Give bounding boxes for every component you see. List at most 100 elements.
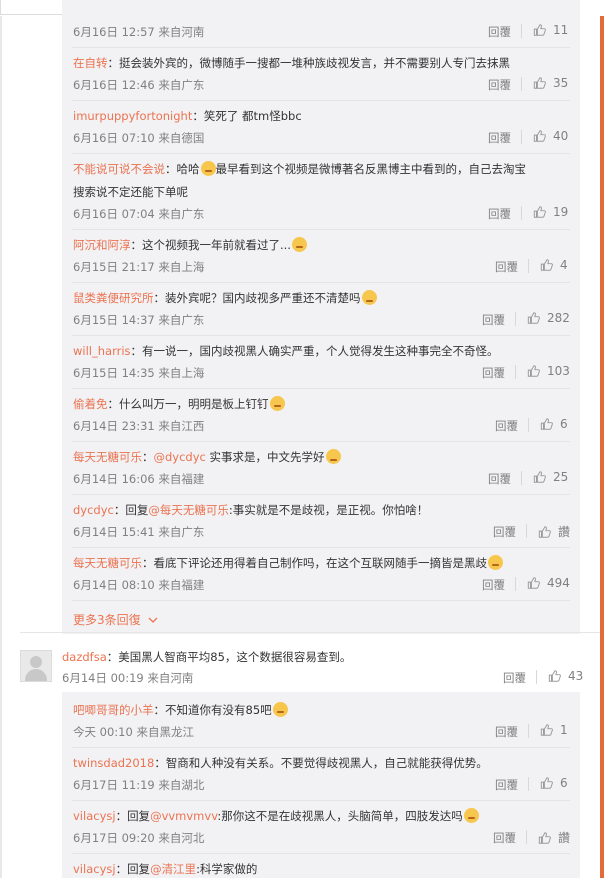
like-count: 282 xyxy=(547,311,570,325)
like-button[interactable]: 282 xyxy=(527,311,570,325)
divider xyxy=(72,153,570,154)
username-link[interactable]: vilacysj xyxy=(73,809,116,823)
reply-button[interactable]: 回覆 xyxy=(488,77,511,93)
reply-meta: 6月14日 23:31 来自江西 xyxy=(73,419,205,433)
like-button[interactable]: 6 xyxy=(540,776,568,790)
like-button[interactable]: 43 xyxy=(548,669,583,683)
username-link[interactable]: imurpuppyfortonight xyxy=(73,109,192,123)
reply-button[interactable]: 回覆 xyxy=(482,577,505,593)
username-link[interactable]: 鼠类粪便研究所 xyxy=(73,291,154,305)
like-button[interactable]: 19 xyxy=(533,205,568,219)
reply-text: 偷着免：什么叫万一，明明是板上钉钉 xyxy=(73,396,285,412)
reply-text: twinsdad2018：智商和人种没有关系。不要觉得歧视黑人，自己就能获得优势… xyxy=(73,756,488,770)
like-button[interactable]: 4 xyxy=(540,258,568,272)
cry-emoji-icon xyxy=(325,449,341,464)
divider xyxy=(526,524,527,538)
divider xyxy=(521,206,522,220)
reply-button[interactable]: 回覆 xyxy=(493,524,516,540)
username-link[interactable]: 不能说可说不会说 xyxy=(73,162,165,176)
mention-link[interactable]: @dycdyc xyxy=(154,450,206,464)
reply-meta: 6月15日 14:35 来自上海 xyxy=(73,366,205,380)
divider xyxy=(72,388,570,389)
like-count: 43 xyxy=(568,669,584,683)
reply-button[interactable]: 回覆 xyxy=(503,670,526,686)
like-button[interactable]: 40 xyxy=(533,129,568,143)
username-link[interactable]: 每天无糖可乐 xyxy=(73,556,142,570)
divider xyxy=(521,471,522,485)
reply-button[interactable]: 回覆 xyxy=(482,312,505,328)
avatar[interactable] xyxy=(20,650,52,682)
thumb-up-icon xyxy=(548,670,561,682)
divider xyxy=(72,853,570,854)
reply-meta: 6月14日 08:10 来自福建 xyxy=(73,578,205,592)
dizzy-emoji-icon xyxy=(272,702,288,717)
thumb-up-icon xyxy=(538,525,551,538)
username-link[interactable]: dazdfsa xyxy=(62,650,107,664)
username-link[interactable]: will_harris xyxy=(73,344,131,358)
like-button[interactable]: 35 xyxy=(533,76,568,90)
reply-button[interactable]: 回覆 xyxy=(495,777,518,793)
scrollbar-track[interactable] xyxy=(600,0,604,878)
reply-button[interactable]: 回覆 xyxy=(493,830,516,846)
reply-text-cont: 搜索说不定还能下单呢 xyxy=(73,185,188,199)
username-link[interactable]: dycdyc xyxy=(73,503,114,517)
username-link[interactable]: 偷着免 xyxy=(73,397,108,411)
divider xyxy=(521,130,522,144)
mention-link[interactable]: @清江里 xyxy=(150,862,196,876)
reply-button[interactable]: 回覆 xyxy=(495,259,518,275)
like-button[interactable]: 494 xyxy=(527,576,570,590)
like-count: 6 xyxy=(560,776,568,790)
reply-text: 鼠类粪便研究所：装外宾呢？国内歧视多严重还不清楚吗 xyxy=(73,290,377,306)
username-link[interactable]: 阿沉和阿淳 xyxy=(73,238,131,252)
thumb-up-icon xyxy=(527,365,540,377)
divider xyxy=(72,494,570,495)
username-link[interactable]: twinsdad2018 xyxy=(73,756,154,770)
like-button[interactable]: 讚 xyxy=(538,829,570,846)
like-count: 4 xyxy=(560,258,568,272)
reply-text: 每天无糖可乐：@dycdyc 实事求是，中文先学好 xyxy=(73,449,341,465)
divider xyxy=(72,747,570,748)
like-count: 11 xyxy=(553,23,569,37)
like-button[interactable]: 1 xyxy=(540,723,568,737)
like-button[interactable]: 103 xyxy=(527,364,570,378)
like-button[interactable]: 讚 xyxy=(538,523,570,540)
reply-button[interactable]: 回覆 xyxy=(482,365,505,381)
like-count: 25 xyxy=(553,470,569,484)
reply-button[interactable]: 回覆 xyxy=(488,471,511,487)
divider xyxy=(515,365,516,379)
mention-link[interactable]: @vvmvmvv xyxy=(150,809,217,823)
reply-button[interactable]: 回覆 xyxy=(488,24,511,40)
reply-button[interactable]: 回覆 xyxy=(495,418,518,434)
reply-button[interactable]: 回覆 xyxy=(495,724,518,740)
reply-meta: 6月15日 21:17 来自上海 xyxy=(73,260,205,274)
divider xyxy=(20,632,600,633)
like-button[interactable]: 25 xyxy=(533,470,568,484)
thumb-up-icon xyxy=(540,418,553,430)
like-label: 讚 xyxy=(558,831,571,845)
reply-button[interactable]: 回覆 xyxy=(488,206,511,222)
scared-emoji-icon xyxy=(361,290,377,305)
divider xyxy=(528,777,529,791)
divider xyxy=(72,47,570,48)
thumb-up-icon xyxy=(540,724,553,736)
reply-text: 吧唧哥哥的小羊：不知道你有没有85吧 xyxy=(73,702,288,718)
divider xyxy=(72,800,570,801)
blush-emoji-icon xyxy=(291,237,307,252)
more-replies-link[interactable]: 更多3条回復 xyxy=(73,611,158,628)
mention-link[interactable]: @每天无糖可乐 xyxy=(148,503,229,517)
divider xyxy=(521,24,522,38)
username-link[interactable]: 在自转 xyxy=(73,56,108,70)
username-link[interactable]: vilacysj xyxy=(73,862,116,876)
reply-meta: 6月17日 11:19 来自湖北 xyxy=(73,778,205,792)
reply-text: vilacysj：回复@vvmvmvv:那你这不是在歧视黑人，头脑简单，四肢发达… xyxy=(73,808,479,824)
like-button[interactable]: 6 xyxy=(540,417,568,431)
divider xyxy=(72,600,570,601)
divider xyxy=(72,335,570,336)
like-count: 6 xyxy=(560,417,568,431)
username-link[interactable]: 每天无糖可乐 xyxy=(73,450,142,464)
like-button[interactable]: 11 xyxy=(533,23,568,37)
reply-button[interactable]: 回覆 xyxy=(488,130,511,146)
username-link[interactable]: 吧唧哥哥的小羊 xyxy=(73,703,154,717)
divider xyxy=(528,418,529,432)
reply-meta: 6月16日 07:04 来自广东 xyxy=(73,207,205,221)
